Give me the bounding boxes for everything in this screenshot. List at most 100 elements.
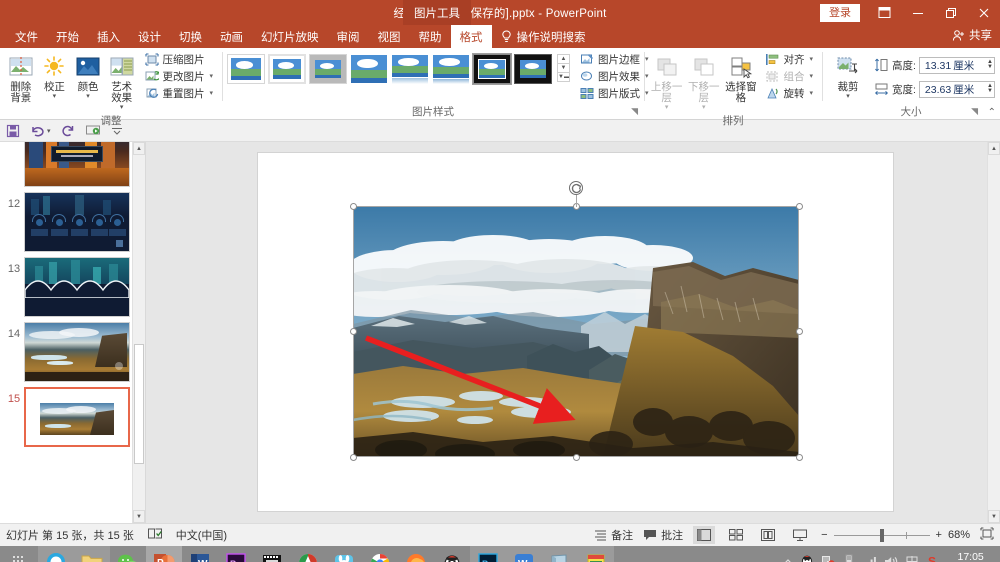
taskbar-cleaner[interactable] <box>326 546 362 562</box>
selection-handle-se[interactable] <box>795 453 803 461</box>
change-picture-button[interactable]: 更改图片 ▾ <box>143 68 218 84</box>
thumbnail-slide-14[interactable] <box>24 322 130 382</box>
normal-view-button[interactable] <box>693 526 716 544</box>
comments-button[interactable]: 批注 <box>643 527 683 543</box>
taskbar-wps[interactable]: W <box>506 546 542 562</box>
taskbar-video-editor[interactable] <box>254 546 290 562</box>
picture-style-item[interactable] <box>350 54 388 84</box>
artistic-effects-button[interactable]: 艺术效果 ▾ <box>106 50 138 113</box>
tab-transitions[interactable]: 切换 <box>170 25 211 48</box>
color-button[interactable]: 颜色 ▾ <box>72 50 104 102</box>
compress-pictures-button[interactable]: 压缩图片 <box>143 51 218 67</box>
tab-file[interactable]: 文件 <box>6 25 47 48</box>
share-button[interactable]: 共享 <box>952 27 992 43</box>
selection-handle-nw[interactable] <box>349 202 357 210</box>
taskbar-powerpoint[interactable]: P <box>146 546 182 562</box>
scroll-up-icon[interactable]: ▲ <box>133 142 145 155</box>
qq-tray-button[interactable] <box>800 554 814 562</box>
picture-style-item[interactable] <box>268 54 306 84</box>
selection-pane-button[interactable]: 选择窗格 <box>723 50 758 106</box>
start-button[interactable] <box>2 546 38 562</box>
close-button[interactable] <box>967 0 1000 25</box>
slide-area-scrollbar[interactable]: ▲ ▼ <box>987 142 1000 523</box>
picture-border-button[interactable]: 图片边框 ▾ <box>578 51 653 67</box>
slide-editing-area[interactable]: ▲ ▼ <box>146 142 1000 523</box>
taskbar-premiere-pro[interactable]: Pr <box>218 546 254 562</box>
corrections-button[interactable]: 校正 ▾ <box>39 50 71 102</box>
tab-format[interactable]: 格式 <box>450 25 492 48</box>
tab-review[interactable]: 审阅 <box>328 25 369 48</box>
tell-me-search[interactable]: 操作说明搜索 <box>492 25 595 48</box>
tab-design[interactable]: 设计 <box>129 25 170 48</box>
tab-home[interactable]: 开始 <box>47 25 88 48</box>
taskbar-word[interactable]: W <box>182 546 218 562</box>
selection-handle-sw[interactable] <box>349 453 357 461</box>
scroll-up-icon[interactable]: ▲ <box>988 142 1000 155</box>
thumbnail-slide-13[interactable] <box>24 257 130 317</box>
taskbar-chrome[interactable] <box>362 546 398 562</box>
tab-insert[interactable]: 插入 <box>88 25 129 48</box>
picture-layout-button[interactable]: 图片版式 ▾ <box>578 85 653 101</box>
selection-handle-e[interactable] <box>795 328 803 335</box>
thumbnail-pane-scrollbar[interactable]: ▲ ▼ <box>132 142 145 523</box>
thumbnail-item[interactable]: 12 <box>0 187 145 252</box>
thumbnail-item[interactable]: 11 <box>0 142 145 187</box>
send-backward-button[interactable]: 下移一层 ▾ <box>686 50 721 113</box>
selection-handle-ne[interactable] <box>795 202 803 210</box>
tab-help[interactable]: 帮助 <box>410 25 451 48</box>
picture-style-item[interactable] <box>514 54 552 84</box>
reset-picture-button[interactable]: 重置图片 ▾ <box>143 85 218 101</box>
taskbar-calendar-app[interactable] <box>578 546 614 562</box>
picture-style-item[interactable] <box>309 54 347 84</box>
scroll-down-icon[interactable]: ▼ <box>133 510 145 523</box>
zoom-slider[interactable]: − + 68% <box>821 528 970 542</box>
thumbnail-slide-11[interactable] <box>24 142 130 187</box>
reading-view-button[interactable] <box>757 526 779 544</box>
thumbnail-slide-12[interactable] <box>24 192 130 252</box>
language-indicator[interactable]: 中文(中国) <box>176 527 227 543</box>
rotation-handle[interactable] <box>569 181 583 195</box>
usb-tray-button[interactable] <box>842 554 856 562</box>
picture-style-item[interactable] <box>391 54 429 84</box>
width-spinner-arrows[interactable]: ▲ ▼ <box>985 83 993 94</box>
slideshow-view-button[interactable] <box>789 526 811 544</box>
taskbar-wechat[interactable] <box>110 546 146 562</box>
slide-sorter-button[interactable] <box>725 526 747 544</box>
security-tray-button[interactable] <box>821 554 835 562</box>
picture-effects-button[interactable]: 图片效果 ▾ <box>578 68 653 84</box>
ribbon-display-options-button[interactable] <box>868 0 901 25</box>
slide-picture[interactable] <box>353 206 799 457</box>
picture-style-item-selected[interactable] <box>472 53 512 85</box>
thumbnail-item-selected[interactable]: 15 <box>0 382 145 447</box>
zoom-level[interactable]: 68% <box>948 529 970 541</box>
picture-styles-gallery[interactable] <box>227 50 552 85</box>
thumbnail-item[interactable]: 14 <box>0 317 145 382</box>
taskbar-qq[interactable] <box>434 546 470 562</box>
rotate-button[interactable]: 旋转 ▾ <box>763 85 817 101</box>
zoom-track[interactable] <box>833 528 930 542</box>
align-button[interactable]: 对齐 ▾ <box>763 51 817 67</box>
sign-in-button[interactable]: 登录 <box>820 3 860 22</box>
taskbar-notes-app[interactable] <box>542 546 578 562</box>
crop-button[interactable]: 裁剪 ▾ <box>827 50 869 102</box>
tab-animations[interactable]: 动画 <box>211 25 252 48</box>
taskbar-pdf-reader[interactable] <box>290 546 326 562</box>
tab-view[interactable]: 视图 <box>369 25 410 48</box>
notes-button[interactable]: 备注 <box>594 527 633 543</box>
picture-styles-dialog-launcher[interactable]: ◥ <box>631 106 638 117</box>
collapse-ribbon-icon[interactable]: ⌃ <box>988 107 996 118</box>
taskbar-firefox[interactable] <box>398 546 434 562</box>
gallery-scrollbar[interactable]: ▲ ▼ ▼ ▬ <box>557 50 570 82</box>
slide-thumbnail-pane[interactable]: 11 12 <box>0 142 146 523</box>
shape-width-field[interactable]: 宽度: 23.63 厘米 ▲ ▼ <box>873 79 995 99</box>
slide-counter[interactable]: 幻灯片 第 15 张，共 15 张 <box>6 527 134 543</box>
selection-handle-w[interactable] <box>349 328 357 335</box>
tab-slideshow[interactable]: 幻灯片放映 <box>252 25 328 48</box>
height-spinner-arrows[interactable]: ▲ ▼ <box>985 59 993 70</box>
picture-style-item[interactable] <box>227 54 265 84</box>
taskbar-photoshop[interactable]: Ps <box>470 546 506 562</box>
group-button[interactable]: 组合 ▾ <box>763 68 817 84</box>
restore-button[interactable] <box>934 0 967 25</box>
scrollbar-thumb[interactable] <box>134 344 144 464</box>
network-button[interactable] <box>863 555 877 562</box>
